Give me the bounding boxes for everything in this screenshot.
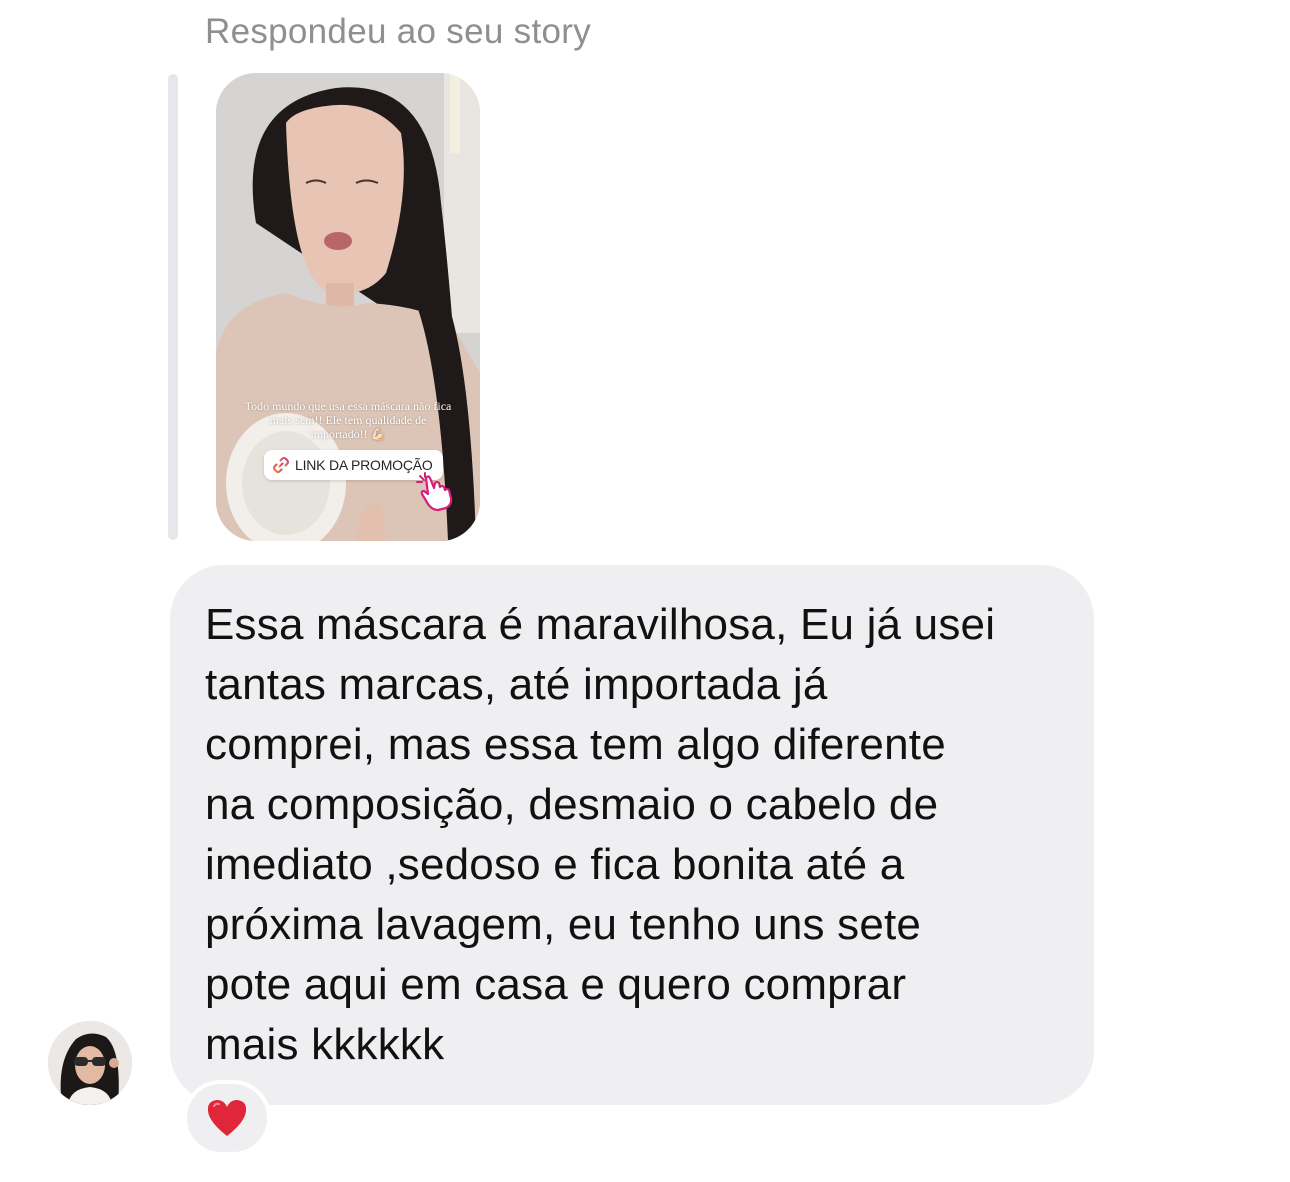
quote-bar [168,74,178,540]
message-line: mais kkkkkk [205,1020,445,1069]
message-line: próxima lavagem, eu tenho uns sete [205,900,922,949]
message-line: Essa máscara é maravilhosa, Eu já usei [205,600,996,649]
pointing-hand-icon [416,472,456,512]
message-line: comprei, mas essa tem algo diferente [205,720,946,769]
story-reply-label: Respondeu ao seu story [205,12,592,51]
avatar-image [48,1021,132,1105]
message-line: pote aqui em casa e quero comprar [205,960,907,1009]
red-heart-icon [207,1100,247,1136]
message-line: tantas marcas, até importada já [205,660,828,709]
message-line: na composição, desmaio o cabelo de [205,780,939,829]
link-icon [272,456,290,474]
message-line: imediato ,sedoso e fica bonita até a [205,840,905,889]
story-caption: Todo mundo que usa essa máscara não fica… [244,399,452,441]
link-sticker-label: LINK DA PROMOÇÃO [295,457,433,473]
reaction-badge[interactable] [183,1080,271,1156]
story-preview[interactable]: Todo mundo que usa essa máscara não fica… [216,73,480,541]
sender-avatar[interactable] [48,1021,132,1105]
message-text: Essa máscara é maravilhosa, Eu já usei t… [205,595,1075,1075]
